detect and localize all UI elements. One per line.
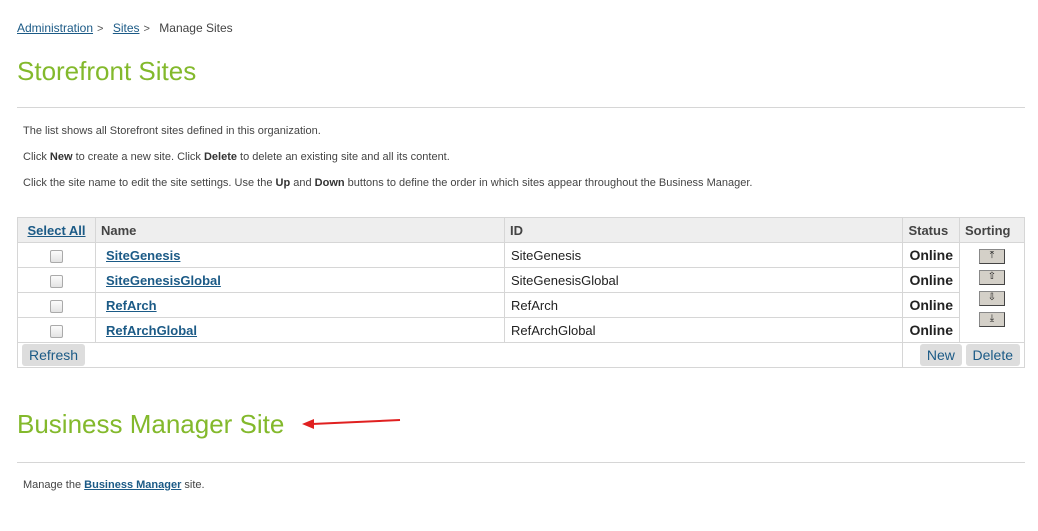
site-status: Online	[902, 317, 960, 343]
move-down-icon[interactable]: ⇩	[979, 291, 1005, 306]
site-id: SiteGenesis	[503, 242, 904, 268]
row-checkbox[interactable]	[50, 274, 63, 288]
description-sorting: Click the site name to edit the site set…	[23, 177, 752, 189]
site-id: SiteGenesisGlobal	[503, 267, 904, 293]
row-checkbox[interactable]	[50, 299, 63, 313]
description-new-delete: Click New to create a new site. Click De…	[23, 151, 450, 163]
move-up-icon[interactable]: ⇧	[979, 270, 1005, 285]
table-header: Select All Name ID Status Sorting	[17, 217, 1025, 243]
business-manager-description: Manage the Business Manager site.	[23, 479, 205, 491]
site-status: Online	[902, 292, 960, 318]
text: and	[290, 177, 315, 189]
text: buttons to define the order in which sit…	[344, 177, 753, 189]
text: Click the site name to edit the site set…	[23, 177, 276, 189]
row-checkbox[interactable]	[50, 249, 63, 263]
column-name: Name	[95, 217, 505, 243]
delete-button[interactable]: Delete	[965, 344, 1020, 366]
page-title: Storefront Sites	[17, 56, 197, 86]
move-top-icon[interactable]: ⤒	[979, 249, 1005, 264]
table-row: RefArch RefArch Online	[17, 292, 1025, 318]
sites-table: Select All Name ID Status Sorting SiteGe…	[16, 217, 1025, 368]
refresh-button[interactable]: Refresh	[22, 344, 86, 366]
row-checkbox[interactable]	[50, 324, 63, 338]
text: to delete an existing site and all its c…	[237, 151, 450, 163]
text-bold: New	[49, 151, 73, 163]
table-row: RefArchGlobal RefArchGlobal Online	[17, 317, 1025, 343]
annotation-arrow-icon	[302, 419, 401, 429]
site-id: RefArch	[503, 292, 904, 318]
breadcrumb-current: Manage Sites	[159, 21, 233, 35]
breadcrumb-administration[interactable]: Administration	[17, 21, 93, 35]
site-status: Online	[902, 242, 960, 268]
section-title-business-manager: Business Manager Site	[17, 409, 285, 439]
breadcrumb: Administration > Sites > Manage Sites	[17, 21, 233, 35]
table-row: SiteGenesis SiteGenesis Online ⤒ ⇧ ⇩ ⤓	[17, 242, 1025, 343]
table-footer: Refresh New Delete	[16, 342, 1025, 368]
breadcrumb-separator: >	[97, 23, 104, 35]
site-name-link[interactable]: RefArchGlobal	[106, 323, 197, 338]
text-bold: Up	[275, 177, 291, 189]
business-manager-link[interactable]: Business Manager	[84, 479, 181, 491]
site-status: Online	[902, 267, 960, 293]
text: Click	[23, 151, 50, 163]
divider	[17, 107, 1025, 108]
text: Manage the	[23, 479, 85, 491]
column-sorting: Sorting	[959, 217, 1025, 243]
table-row: SiteGenesisGlobal SiteGenesisGlobal Onli…	[17, 267, 1025, 293]
site-name-link[interactable]: SiteGenesis	[106, 248, 180, 263]
site-name-link[interactable]: SiteGenesisGlobal	[106, 273, 221, 288]
site-id: RefArchGlobal	[503, 317, 904, 343]
text: site.	[181, 479, 205, 491]
new-button[interactable]: New	[919, 344, 962, 366]
column-id: ID	[503, 217, 904, 243]
description-list: The list shows all Storefront sites defi…	[23, 125, 321, 137]
text: to create a new site. Click	[72, 151, 204, 163]
breadcrumb-sites[interactable]: Sites	[113, 21, 140, 35]
select-all-link[interactable]: Select All	[27, 223, 85, 238]
site-name-link[interactable]: RefArch	[106, 298, 157, 313]
breadcrumb-separator: >	[143, 23, 150, 35]
text-bold: Down	[314, 177, 345, 189]
sorting-cell: ⤒ ⇧ ⇩ ⤓	[959, 242, 1025, 343]
divider	[17, 462, 1025, 463]
text-bold: Delete	[203, 151, 237, 163]
move-bottom-icon[interactable]: ⤓	[979, 312, 1005, 327]
column-status: Status	[902, 217, 960, 243]
